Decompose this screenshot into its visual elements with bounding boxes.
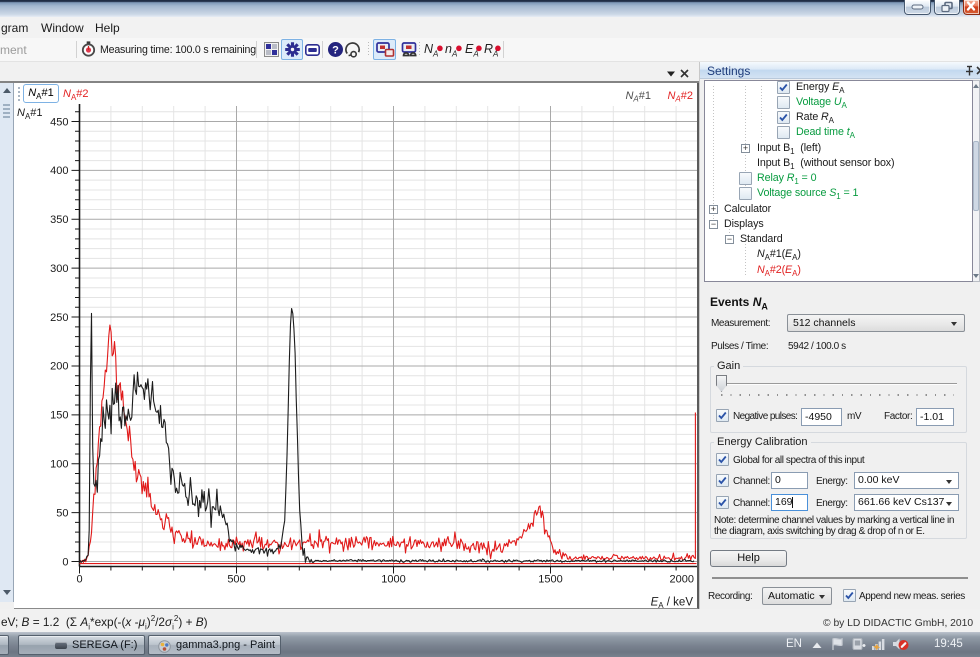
svg-text:EA / keV: EA / keV — [651, 597, 694, 609]
svg-text:NA#2: NA#2 — [667, 90, 693, 104]
svg-text:?: ? — [332, 45, 339, 57]
svg-text:0: 0 — [76, 574, 82, 586]
svg-text:NA#1: NA#1 — [625, 90, 651, 104]
svg-text:1500: 1500 — [538, 574, 562, 586]
svg-text:100: 100 — [50, 459, 68, 471]
svg-text:1000: 1000 — [381, 574, 405, 586]
svg-text:2000: 2000 — [670, 574, 694, 586]
svg-text:350: 350 — [50, 214, 68, 226]
svg-text:500: 500 — [227, 574, 245, 586]
svg-text:450: 450 — [50, 116, 68, 128]
svg-text:250: 250 — [50, 312, 68, 324]
svg-text:400: 400 — [50, 165, 68, 177]
svg-text:150: 150 — [50, 410, 68, 422]
svg-text:200: 200 — [50, 361, 68, 373]
svg-text:0: 0 — [62, 556, 68, 568]
svg-text:50: 50 — [56, 507, 68, 519]
svg-text:300: 300 — [50, 263, 68, 275]
